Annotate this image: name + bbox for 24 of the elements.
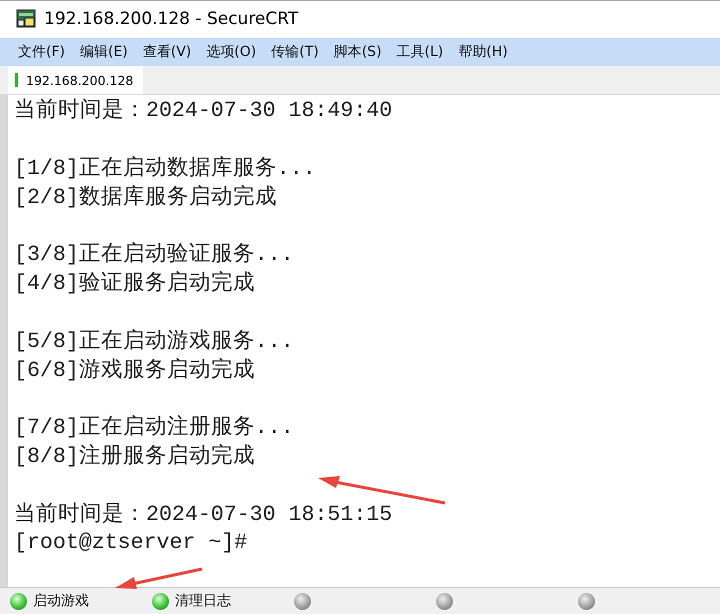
terminal-line: 当前时间是：2024-07-30 18:51:15 bbox=[14, 502, 392, 527]
terminal-line: 当前时间是：2024-07-30 18:49:40 bbox=[14, 99, 392, 124]
window-title: 192.168.200.128 - SecureCRT bbox=[44, 9, 298, 30]
menu-item[interactable]: 选项(O) bbox=[200, 43, 266, 62]
app-icon bbox=[16, 9, 36, 30]
terminal-line: [3/8]正在启动验证服务... bbox=[14, 243, 294, 268]
session-tab[interactable]: 192.168.200.128 bbox=[8, 66, 144, 94]
menu-item[interactable]: 查看(V) bbox=[136, 43, 200, 62]
terminal-line: [1/8]正在启动数据库服务... bbox=[14, 157, 316, 182]
terminal-line: [8/8]注册服务启动完成 bbox=[14, 445, 255, 470]
menu-item[interactable]: 脚本(S) bbox=[328, 43, 391, 62]
menu-item[interactable]: 传输(T) bbox=[265, 43, 328, 62]
terminal-line: [5/8]正在启动游戏服务... bbox=[14, 330, 294, 354]
menu-item[interactable]: 工具(L) bbox=[390, 43, 452, 62]
command-button[interactable]: 启动游戏 bbox=[6, 588, 148, 614]
menu-item[interactable]: 编辑(E) bbox=[74, 43, 137, 62]
menu-item[interactable]: 帮助(H) bbox=[452, 43, 517, 62]
terminal-line: [root@ztserver ~]# bbox=[14, 531, 248, 556]
terminal-line: [4/8]验证服务启动完成 bbox=[14, 272, 255, 296]
terminal-line: [2/8]数据库服务启动完成 bbox=[14, 186, 277, 210]
terminal-line: [6/8]游戏服务启动完成 bbox=[14, 358, 255, 383]
command-button[interactable]: 清理日志 bbox=[148, 588, 290, 614]
menu-item[interactable]: 文件(F) bbox=[12, 43, 74, 62]
terminal-line: [7/8]正在启动注册服务... bbox=[14, 416, 294, 440]
